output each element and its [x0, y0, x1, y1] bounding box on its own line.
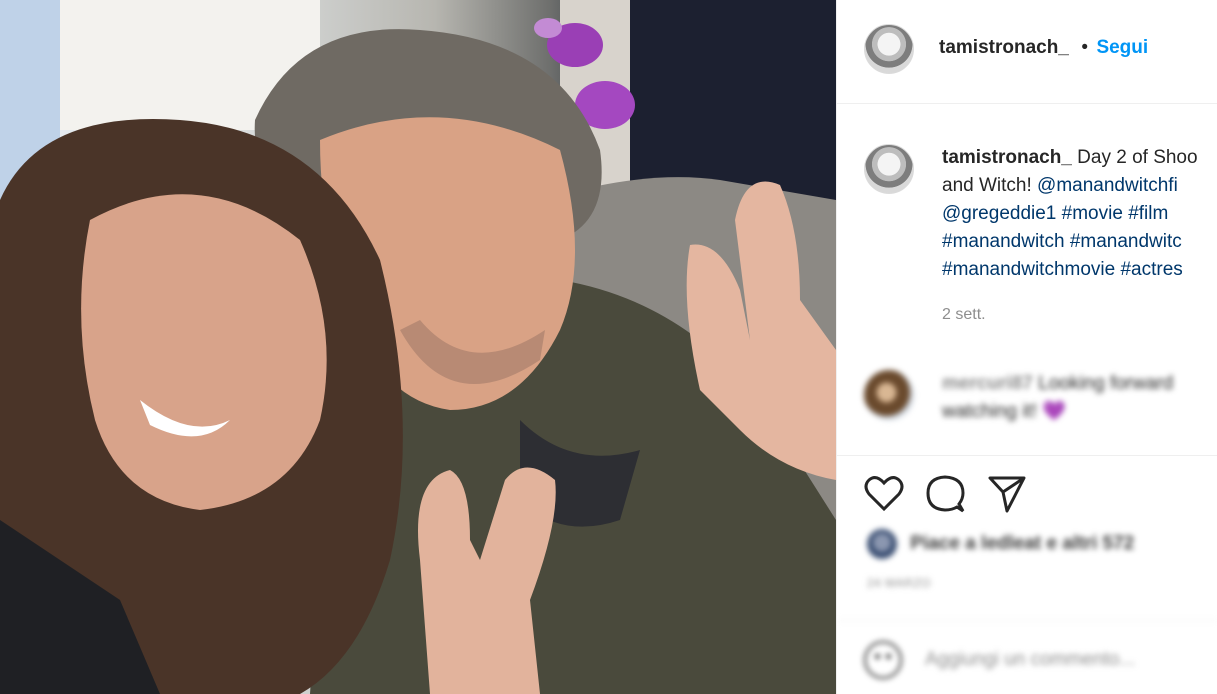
purple-heart-emoji: 💜 [1042, 401, 1066, 422]
post-header: tamistronach_ • Segui [837, 0, 1217, 104]
emoji-icon[interactable] [864, 641, 902, 679]
woman-face [81, 194, 327, 510]
mention-link[interactable]: @manandwitchfi [1037, 175, 1178, 196]
caption-line-5: #manandwitchmovie #actres [942, 256, 1217, 284]
follow-button[interactable]: Segui [1096, 37, 1148, 58]
commenter-username[interactable]: mercuri87 [942, 373, 1033, 394]
selfie-illustration [0, 0, 836, 694]
likes-row[interactable]: Piace a ledleat e altri 572 [867, 529, 1197, 563]
hashtag-link[interactable]: #manandwitch [942, 231, 1065, 252]
header-user-row: tamistronach_ • Segui [939, 37, 1148, 59]
caption-line-1: tamistronach_ Day 2 of Shoo [942, 144, 1217, 172]
hashtag-link[interactable]: #actres [1120, 259, 1182, 280]
hashtag-link[interactable]: #film [1128, 203, 1168, 224]
likes-text[interactable]: Piace a ledleat e altri 572 [910, 533, 1134, 554]
actions-section: Piace a ledleat e altri 572 24 MARZO [837, 455, 1217, 615]
comment-item: mercuri87 Looking forward watching it! 💜 [837, 360, 1217, 440]
share-icon[interactable] [987, 474, 1027, 514]
caption-line-3: @gregeddie1 #movie #film [942, 200, 1217, 228]
caption-line-2: and Witch! @manandwitchfi [942, 172, 1217, 200]
caption-line-4: #manandwitch #manandwitc [942, 228, 1217, 256]
caption-plain: and Witch! [942, 175, 1032, 196]
caption-author-username[interactable]: tamistronach_ [942, 147, 1072, 168]
liker-avatar [867, 529, 897, 559]
comment-input[interactable]: Aggiungi un commento... [925, 649, 1135, 671]
post-time[interactable]: 2 sett. [942, 306, 986, 324]
mention-link[interactable]: @gregeddie1 [942, 203, 1056, 224]
comment-text: mercuri87 Looking forward watching it! 💜 [942, 370, 1217, 426]
caption-block: tamistronach_ Day 2 of Shoo and Witch! @… [837, 130, 1217, 340]
author-username[interactable]: tamistronach_ [939, 37, 1069, 58]
caption-text: tamistronach_ Day 2 of Shoo and Witch! @… [942, 144, 1217, 284]
caption-text-start: Day 2 of Shoo [1077, 147, 1198, 168]
hashtag-link[interactable]: #manandwitc [1070, 231, 1182, 252]
hashtag-link[interactable]: #movie [1062, 203, 1123, 224]
post-side-panel: tamistronach_ • Segui tamistronach_ Day … [836, 0, 1217, 694]
author-avatar[interactable] [864, 24, 914, 74]
separator-dot: • [1081, 37, 1088, 58]
comment-icon[interactable] [925, 474, 965, 514]
add-comment-bar: Aggiungi un commento... [837, 620, 1217, 694]
commenter-avatar[interactable] [864, 370, 914, 420]
hashtag-link[interactable]: #manandwitchmovie [942, 259, 1115, 280]
post-date: 24 MARZO [867, 576, 932, 590]
heart-icon[interactable] [864, 474, 904, 512]
post-photo[interactable] [0, 0, 836, 694]
caption-author-avatar[interactable] [864, 144, 914, 194]
instagram-post-view: tamistronach_ • Segui tamistronach_ Day … [0, 0, 1217, 694]
